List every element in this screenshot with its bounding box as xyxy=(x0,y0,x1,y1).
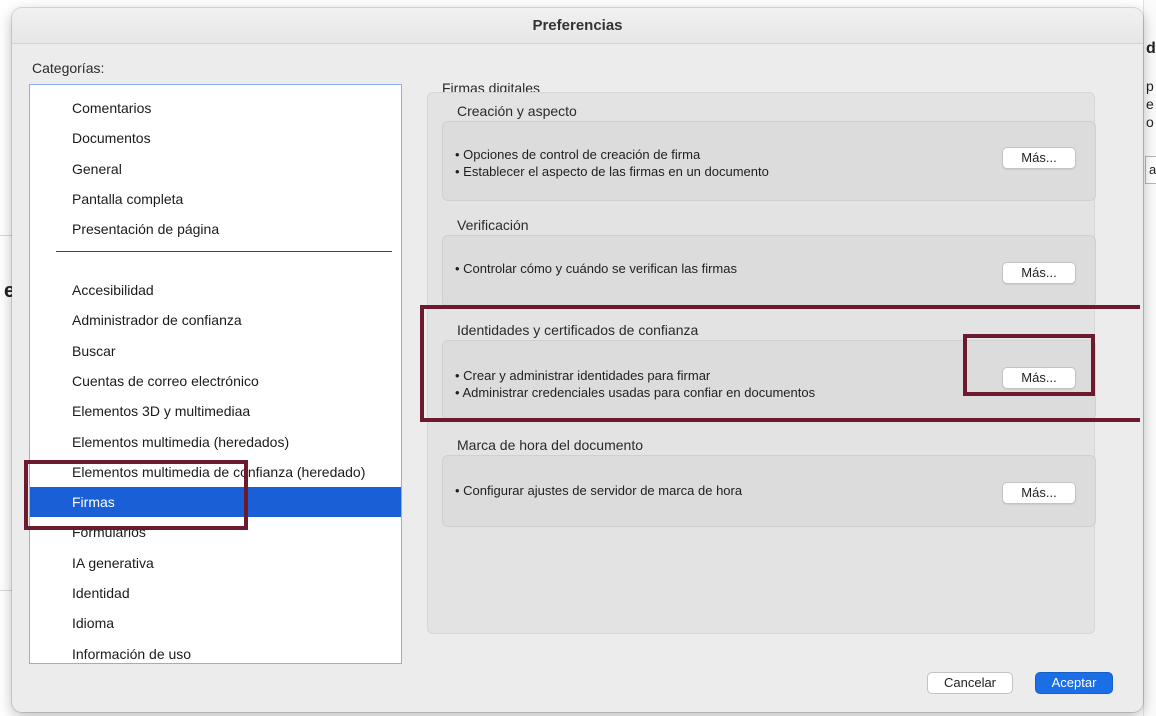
accept-button[interactable]: Aceptar xyxy=(1035,672,1113,694)
category-item[interactable]: Administrador de confianza xyxy=(30,305,401,335)
more-button-creation[interactable]: Más... xyxy=(1002,147,1076,169)
cancel-button[interactable]: Cancelar xyxy=(927,672,1013,694)
categories-divider xyxy=(56,251,392,252)
category-item[interactable]: Pantalla completa xyxy=(30,184,401,214)
background-text-fragment: d xyxy=(1146,40,1156,57)
dialog-title: Preferencias xyxy=(12,8,1143,44)
group-line: • Opciones de control de creación de fir… xyxy=(455,147,701,162)
categories-label: Categorías: xyxy=(32,60,105,76)
group-line: • Establecer el aspecto de las firmas en… xyxy=(455,164,769,179)
category-item[interactable]: Documentos xyxy=(30,123,401,153)
category-item[interactable]: Elementos multimedia (heredados) xyxy=(30,427,401,457)
background-text-fragment: e xyxy=(1146,96,1154,112)
preferences-dialog: Preferencias Categorías: Comentarios Docu… xyxy=(12,8,1143,712)
background-text-fragment: p xyxy=(1146,78,1154,94)
category-item[interactable]: Identidad xyxy=(30,578,401,608)
category-item[interactable]: Accesibilidad xyxy=(30,275,401,305)
background-text-fragment: a xyxy=(1149,162,1156,177)
background-right-edge: d p e o a xyxy=(1143,0,1156,716)
group-label-timestamp: Marca de hora del documento xyxy=(457,437,643,453)
category-item[interactable]: Elementos multimedia de confianza (hered… xyxy=(30,457,401,487)
category-item[interactable]: Buscar xyxy=(30,336,401,366)
category-item[interactable]: Comentarios xyxy=(30,93,401,123)
group-line: • Configurar ajustes de servidor de marc… xyxy=(455,483,743,498)
more-button-verification[interactable]: Más... xyxy=(1002,262,1076,284)
group-label-verification: Verificación xyxy=(457,217,529,233)
category-item[interactable]: Elementos 3D y multimediaa xyxy=(30,396,401,426)
group-label-creation: Creación y aspecto xyxy=(457,103,577,119)
category-item[interactable]: Presentación de página xyxy=(30,214,401,244)
background-divider xyxy=(0,235,12,236)
group-line: • Controlar cómo y cuándo se verifican l… xyxy=(455,261,737,276)
categories-list[interactable]: Comentarios Documentos General Pantalla com… xyxy=(29,84,402,664)
group-line: • Crear y administrar identidades para f… xyxy=(455,368,711,383)
category-item[interactable]: Idioma xyxy=(30,608,401,638)
category-item[interactable]: General xyxy=(30,154,401,184)
group-line: • Administrar credenciales usadas para c… xyxy=(455,385,816,400)
category-item[interactable]: IA generativa xyxy=(30,548,401,578)
background-text-fragment: o xyxy=(1146,114,1154,130)
more-button-timestamp[interactable]: Más... xyxy=(1002,482,1076,504)
background-field-fragment: a xyxy=(1145,156,1156,184)
category-item[interactable]: Cuentas de correo electrónico xyxy=(30,366,401,396)
background-divider xyxy=(0,590,12,591)
category-item[interactable]: Formularios xyxy=(30,517,401,547)
category-item-selected[interactable]: Firmas xyxy=(30,487,401,518)
group-label-identities: Identidades y certificados de confianza xyxy=(457,322,699,338)
more-button-identities[interactable]: Más... xyxy=(1002,367,1076,389)
category-item[interactable]: Información de uso xyxy=(30,639,401,663)
